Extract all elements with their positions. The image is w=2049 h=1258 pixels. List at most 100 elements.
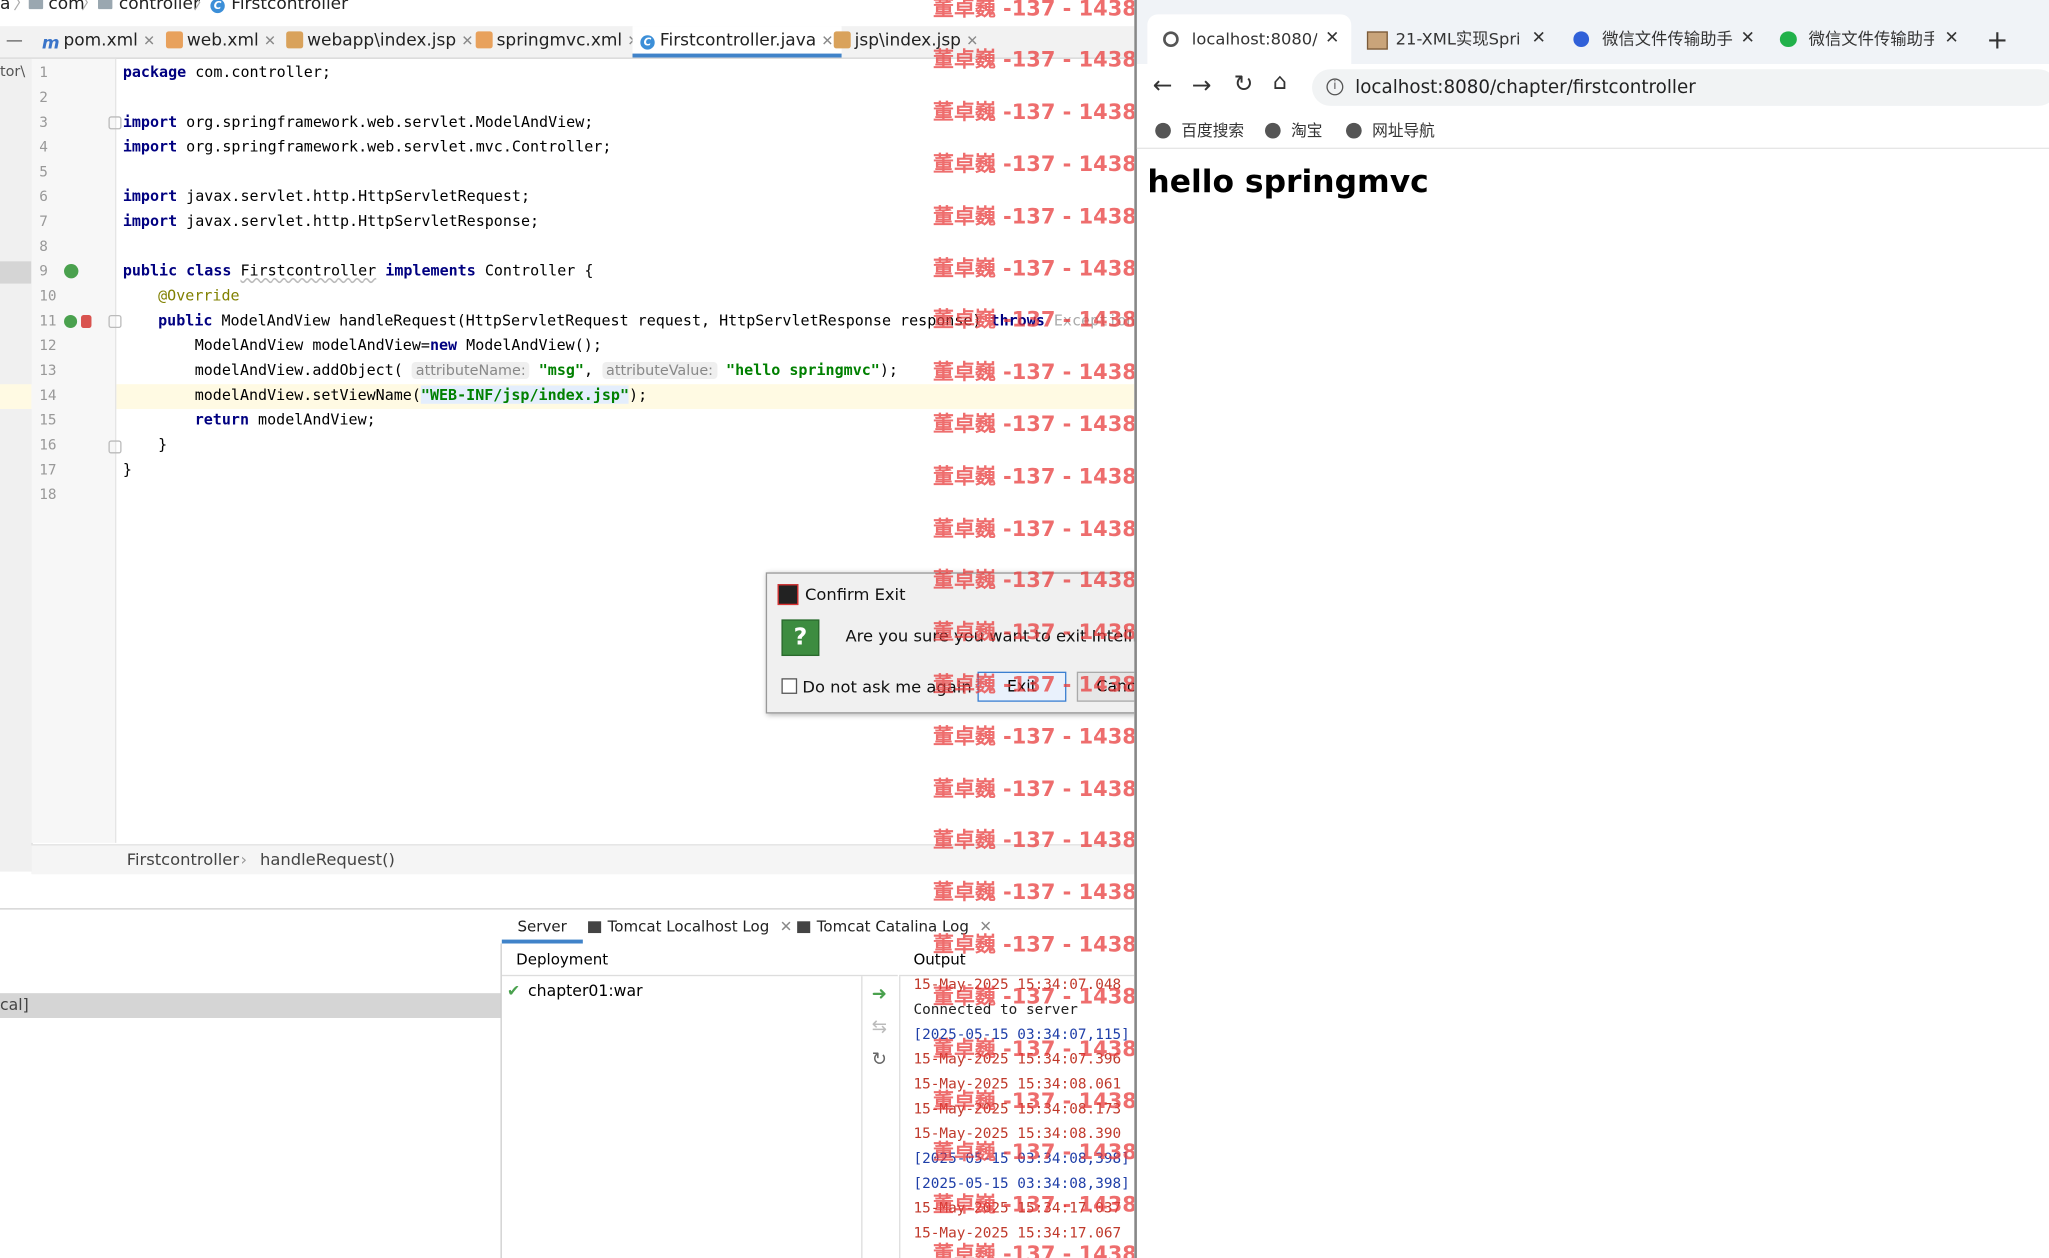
- bookmark-label: 网址导航: [1372, 121, 1435, 140]
- bookmark-baidu[interactable]: 百度搜索: [1155, 119, 1244, 141]
- close-tab-icon[interactable]: ✕: [780, 917, 793, 935]
- minimize-icon[interactable]: —: [0, 26, 29, 57]
- watermark-text: 董卓巍 -137 - 1438: [933, 984, 1135, 1009]
- breadcrumb-item[interactable]: a: [0, 0, 10, 13]
- tree-row-label: cal]: [0, 995, 29, 1015]
- wechat-icon: [1779, 31, 1797, 48]
- breadcrumb-item-class[interactable]: Firstcontroller: [231, 0, 348, 13]
- breadcrumb-item-controller[interactable]: controller: [119, 0, 200, 13]
- folder-icon: [98, 0, 113, 13]
- code-line-3[interactable]: import org.springframework.web.servlet.M…: [123, 112, 594, 130]
- line-number: 15: [39, 411, 57, 429]
- refresh-icon[interactable]: ↻: [872, 1049, 887, 1070]
- services-tree-selected-row[interactable]: cal]: [0, 993, 501, 1018]
- tab-tomcat-localhost-log[interactable]: Tomcat Localhost Log ✕: [588, 910, 792, 944]
- globe-icon: [1155, 122, 1171, 139]
- forward-icon[interactable]: →: [1192, 72, 1212, 99]
- bookmark-taobao[interactable]: 淘宝: [1264, 119, 1323, 141]
- deployment-item[interactable]: ✔ chapter01:war: [507, 981, 642, 999]
- watermark-text: 董卓巍 -137 - 1438: [933, 203, 1135, 229]
- debug-marker-icon[interactable]: [81, 314, 92, 329]
- tab-server[interactable]: Server: [501, 910, 583, 944]
- site-info-icon[interactable]: i: [1326, 78, 1344, 96]
- watermark-text: 董卓巍 -137 - 1438: [933, 723, 1135, 749]
- watermark-text: 董卓巍 -137 - 1438: [933, 619, 1135, 645]
- fold-marker-icon[interactable]: [108, 314, 122, 329]
- watermark-text: 董卓巍 -137 - 1438: [933, 879, 1135, 905]
- address-bar[interactable]: i localhost:8080/chapter/firstcontroller: [1312, 69, 2049, 106]
- deployment-list: ✔ chapter01:war: [502, 976, 861, 1258]
- close-tab-icon[interactable]: ✕: [143, 33, 155, 50]
- close-tab-icon[interactable]: ✕: [1741, 14, 1755, 64]
- crumb-separator: ›: [240, 849, 247, 870]
- crumb-class[interactable]: Firstcontroller: [127, 845, 239, 874]
- code-line-7[interactable]: import javax.servlet.http.HttpServletRes…: [123, 212, 539, 230]
- fold-marker-icon[interactable]: [108, 440, 122, 454]
- browser-tab-xml-spring[interactable]: 21-XML实现Sprin ✕: [1364, 14, 1555, 64]
- override-marker-icon[interactable]: [64, 314, 78, 329]
- back-icon[interactable]: ←: [1153, 72, 1173, 99]
- tab-springmvc-xml[interactable]: springmvc.xml✕: [475, 26, 639, 57]
- tab-firstcontroller-java[interactable]: C Firstcontroller.java ✕: [632, 26, 842, 58]
- close-tab-icon[interactable]: ✕: [264, 33, 276, 50]
- project-panel-text: tor\: [0, 62, 26, 80]
- watermark-text: 董卓巍 -137 - 1438: [933, 1241, 1135, 1258]
- watermark-text: 董卓巍 -137 - 1438: [933, 671, 1135, 697]
- checkbox-box[interactable]: [781, 678, 798, 694]
- bookmarks-bar: 百度搜索 淘宝 网址导航: [1136, 111, 2049, 149]
- tab-label: Tomcat Localhost Log: [607, 917, 770, 936]
- browser-tab-localhost[interactable]: localhost:8080/ch ✕: [1147, 14, 1352, 65]
- breadcrumb-separator: 〉: [193, 0, 211, 15]
- code-line-6[interactable]: import javax.servlet.http.HttpServletReq…: [123, 187, 530, 205]
- folder-icon: [28, 0, 44, 13]
- code-line-17[interactable]: }: [123, 460, 132, 478]
- code-line-4[interactable]: import org.springframework.web.servlet.m…: [123, 137, 612, 155]
- services-tree: cal]: [0, 943, 502, 1258]
- tab-label: web.xml: [186, 31, 259, 51]
- tab-pom-xml[interactable]: m pom.xml ✕: [42, 26, 155, 57]
- bookmark-nav[interactable]: 网址导航: [1346, 119, 1435, 141]
- line-number: 9: [39, 262, 48, 280]
- browser-tab-wechat-2[interactable]: 微信文件传输助手 ✕: [1777, 14, 1968, 64]
- close-tab-icon[interactable]: ✕: [461, 33, 473, 50]
- xml-file-icon: [475, 31, 493, 49]
- dialog-title: Confirm Exit: [804, 584, 906, 604]
- code-line-16[interactable]: }: [158, 435, 167, 453]
- watermark-text: 董卓巍 -137 - 1438: [933, 0, 1135, 21]
- new-tab-button[interactable]: +: [1986, 14, 2008, 64]
- implements-marker-icon[interactable]: [64, 263, 79, 279]
- breadcrumb-item-com[interactable]: com: [48, 0, 84, 13]
- code-line-12[interactable]: ModelAndView modelAndView=new ModelAndVi…: [195, 336, 602, 354]
- home-icon[interactable]: ⌂: [1273, 69, 1287, 95]
- close-tab-icon[interactable]: ✕: [1945, 14, 1959, 64]
- browser-tab-label: localhost:8080/ch: [1191, 28, 1318, 49]
- close-tab-icon[interactable]: ✕: [821, 33, 833, 50]
- undeploy-icon[interactable]: ⇆: [872, 1017, 887, 1038]
- close-tab-icon[interactable]: ✕: [1325, 14, 1339, 64]
- deployment-toolbar: ➜ ⇆ ↻: [861, 976, 901, 1258]
- fold-marker-icon[interactable]: [108, 116, 122, 130]
- code-line-13[interactable]: modelAndView.addObject( attributeName: "…: [195, 361, 898, 379]
- bookmark-label: 百度搜索: [1181, 121, 1245, 140]
- deployment-header: Deployment: [501, 944, 898, 977]
- crumb-method[interactable]: handleRequest(): [260, 845, 395, 874]
- browser-tab-label: 微信文件传输助手: [1602, 28, 1733, 49]
- code-line-1[interactable]: package com.controller;: [123, 63, 331, 81]
- code-line-9[interactable]: public class Firstcontroller implements …: [123, 261, 594, 279]
- tab-webapp-index-jsp[interactable]: webapp\index.jsp ✕: [286, 26, 473, 57]
- reload-icon[interactable]: ↻: [1234, 71, 1254, 98]
- xml-file-icon: [165, 31, 183, 49]
- line-number: 8: [39, 237, 48, 255]
- browser-window: localhost:8080/ch ✕ 21-XML实现Sprin ✕ 微信文件…: [1134, 0, 2049, 1258]
- browser-tab-wechat-1[interactable]: 微信文件传输助手 ✕: [1571, 14, 1764, 64]
- tab-web-xml[interactable]: web.xml ✕: [165, 26, 276, 57]
- close-tab-icon[interactable]: ✕: [1532, 14, 1546, 64]
- line-number: 17: [39, 461, 57, 479]
- watermark-text: 董卓巍 -137 - 1438: [933, 47, 1135, 72]
- deploy-icon[interactable]: ➜: [872, 984, 887, 1005]
- question-icon: ?: [781, 619, 820, 657]
- code-line-15[interactable]: return modelAndView;: [195, 410, 376, 428]
- code-line-10[interactable]: @Override: [158, 286, 239, 304]
- code-line-14[interactable]: modelAndView.setViewName("WEB-INF/jsp/in…: [195, 385, 647, 404]
- console-icon: [797, 921, 811, 934]
